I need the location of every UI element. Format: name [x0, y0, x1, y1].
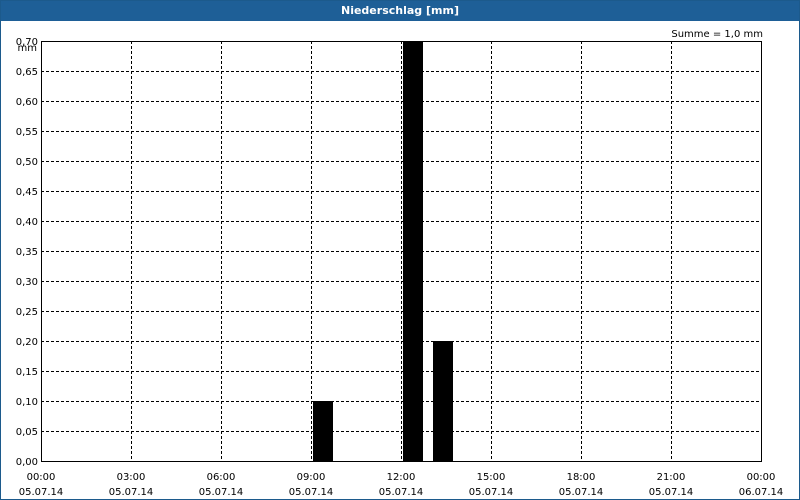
y-tick-label: 0,10	[16, 397, 38, 408]
x-tick-time: 12:00	[387, 472, 416, 483]
precipitation-chart: mm Summe = 1,0 mm 0,000,050,100,150,200,…	[16, 29, 784, 498]
y-tick-label: 0,50	[16, 157, 38, 168]
y-tick-label: 0,60	[16, 97, 38, 108]
y-tick-label: 0,15	[16, 367, 38, 378]
x-tick-labels: 00:00 05.07.14 03:00 05.07.14 06:00 05.07.14 0…	[19, 472, 784, 498]
y-tick-label: 0,05	[16, 427, 38, 438]
chart-window: Niederschlag [mm] mm Summe = 1,0 mm 0,00…	[0, 0, 800, 500]
x-tick-time: 06:00	[207, 472, 236, 483]
x-tick-date: 05.07.14	[19, 487, 64, 498]
chart-grid	[41, 41, 761, 461]
x-tick-time: 15:00	[477, 472, 506, 483]
x-tick-date: 05.07.14	[649, 487, 694, 498]
y-tick-label: 0,65	[16, 67, 38, 78]
y-tick-label: 0,35	[16, 247, 38, 258]
x-tick-date: 05.07.14	[199, 487, 244, 498]
x-tick-date: 05.07.14	[469, 487, 514, 498]
bar	[403, 41, 423, 461]
x-tick-date: 05.07.14	[559, 487, 604, 498]
bar	[433, 341, 453, 461]
y-tick-labels: 0,00 0,05 0,10 0,15 0,20 0,25 0,30 0,35 0,40 0,45…	[16, 37, 38, 468]
x-tick-time: 18:00	[567, 472, 596, 483]
x-tick-time: 03:00	[117, 472, 146, 483]
x-tick-time: 00:00	[747, 472, 776, 483]
x-tick-time: 00:00	[27, 472, 56, 483]
y-tick-label: 0,55	[16, 127, 38, 138]
y-tick-label: 0,45	[16, 187, 38, 198]
x-tick-date: 06.07.14	[739, 487, 784, 498]
y-tick-label: 0,30	[16, 277, 38, 288]
x-tick-date: 05.07.14	[289, 487, 334, 498]
x-tick-date: 05.07.14	[109, 487, 154, 498]
y-tick-label: 0,00	[16, 457, 38, 468]
y-tick-label: 0,20	[16, 337, 38, 348]
y-tick-label: 0,70	[16, 37, 38, 48]
y-tick-label: 0,25	[16, 307, 38, 318]
x-tick-time: 21:00	[657, 472, 686, 483]
y-tick-label: 0,40	[16, 217, 38, 228]
x-tick-time: 09:00	[297, 472, 326, 483]
summary-label: Summe = 1,0 mm	[671, 29, 763, 40]
x-tick-date: 05.07.14	[379, 487, 424, 498]
bar	[313, 401, 333, 461]
